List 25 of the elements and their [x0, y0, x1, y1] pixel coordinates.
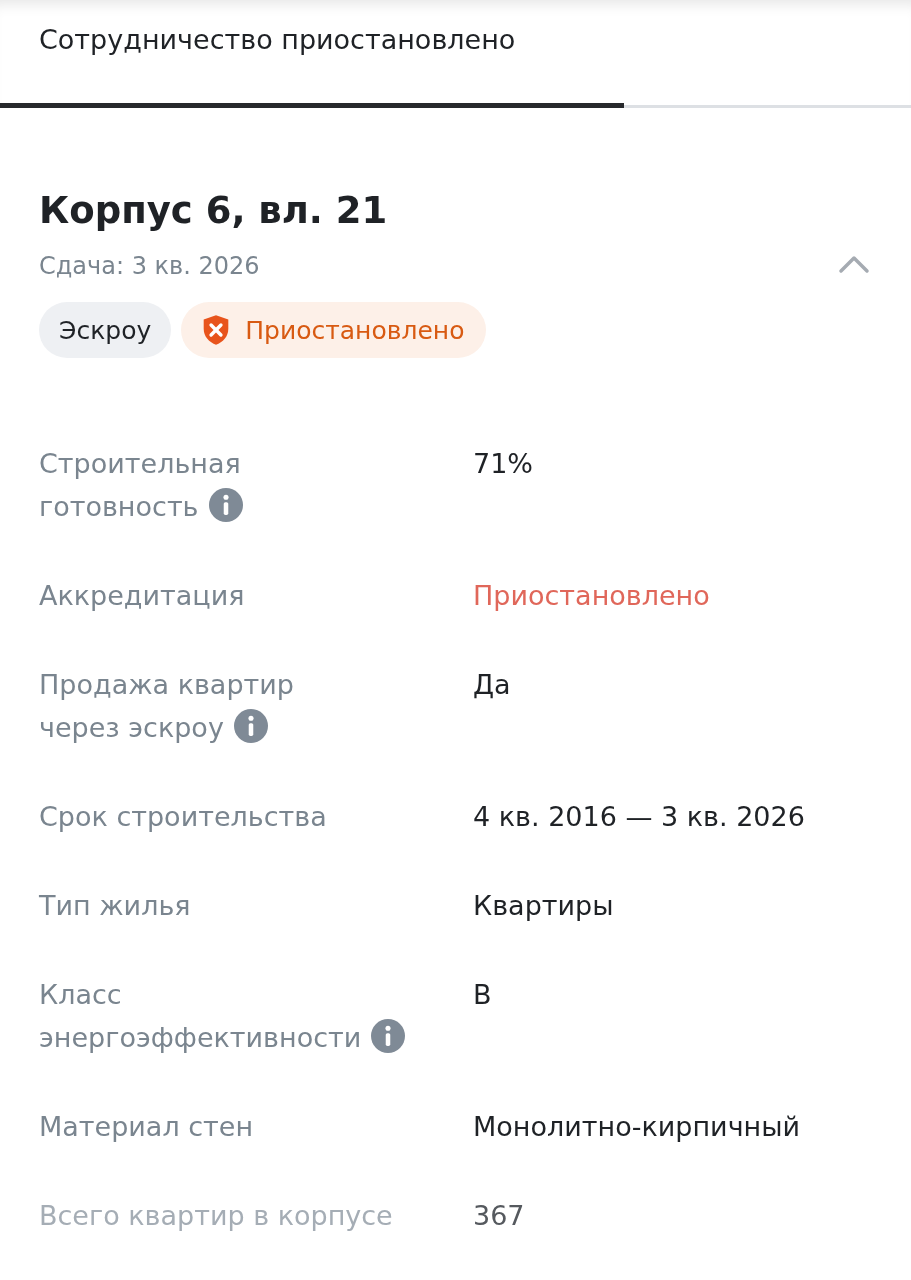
delivery-date: Сдача: 3 кв. 2026 [39, 252, 261, 280]
property-label: Класс энергоэффективности [39, 973, 473, 1059]
property-label: Аккредитация [39, 579, 246, 613]
property-label: Материал стен [39, 1110, 255, 1144]
property-value: Да [473, 668, 511, 702]
property-label: Срок строительства [39, 800, 328, 834]
property-value: 367 [473, 1199, 525, 1233]
property-label: Строительная готовность [39, 447, 244, 524]
property-value: 71% [473, 447, 533, 481]
property-label: Всего квартир в корпусе [39, 1199, 394, 1233]
property-label: Продажа квартир через эскроу [39, 668, 295, 745]
tab[interactable]: Сотрудничество приостановлено [0, 0, 624, 108]
property-value: Приостановлено [473, 579, 710, 613]
property-value: Монолитно-кирпичный [473, 1110, 801, 1144]
chevron-up-icon[interactable] [838, 254, 870, 274]
tag: Эскроу [39, 302, 172, 358]
property-label: Тип жилья [39, 889, 192, 923]
property-value: 4 кв. 2016 — 3 кв. 2026 [473, 800, 805, 834]
status-label: Приостановлено [245, 315, 465, 345]
property-value: В [473, 978, 492, 1012]
property-value: Квартиры [473, 889, 614, 923]
info-icon[interactable] [371, 1019, 406, 1053]
info-icon[interactable] [208, 488, 243, 522]
building-title: Корпус 6, вл. 21 [39, 188, 388, 234]
info-icon[interactable] [233, 709, 268, 743]
